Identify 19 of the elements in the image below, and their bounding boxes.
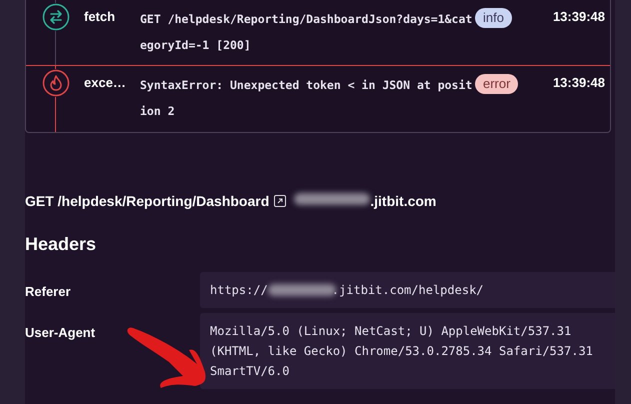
breadcrumb-message: SyntaxError: Unexpected token < in JSON at position 2 — [140, 77, 474, 120]
header-value: Mozilla/5.0 (Linux; NetCast; U) AppleWebKit/537.31 (KHTML, like Gecko) Chrome/53.0.2785.34 Safari/537.31 SmartTV/6.0 — [200, 313, 615, 389]
timestamp: 13:39:48 — [552, 8, 605, 26]
arrows-icon — [42, 3, 70, 31]
redacted-text — [268, 284, 336, 296]
external-link-icon[interactable] — [274, 195, 286, 207]
section-heading: Headers — [25, 233, 98, 256]
header-name: Referer — [25, 283, 72, 301]
breadcrumb-message: GET /helpdesk/Reporting/DashboardJson?days=1&categoryId=-1 [200] — [140, 11, 474, 54]
request-url: GET /helpdesk/Reporting/Dashboard — [25, 192, 270, 211]
breadcrumb-type: fetch — [84, 8, 116, 26]
header-value: https:// — [210, 282, 268, 299]
timestamp: 13:39:48 — [552, 74, 605, 92]
header-value: .jitbit.com/helpdesk/ — [332, 282, 484, 299]
header-name: User-Agent — [25, 324, 96, 342]
level-badge: error — [475, 74, 518, 94]
breadcrumb-type: exce… — [84, 74, 127, 92]
level-badge: info — [475, 8, 512, 28]
host-name: .jitbit.com — [370, 192, 436, 211]
